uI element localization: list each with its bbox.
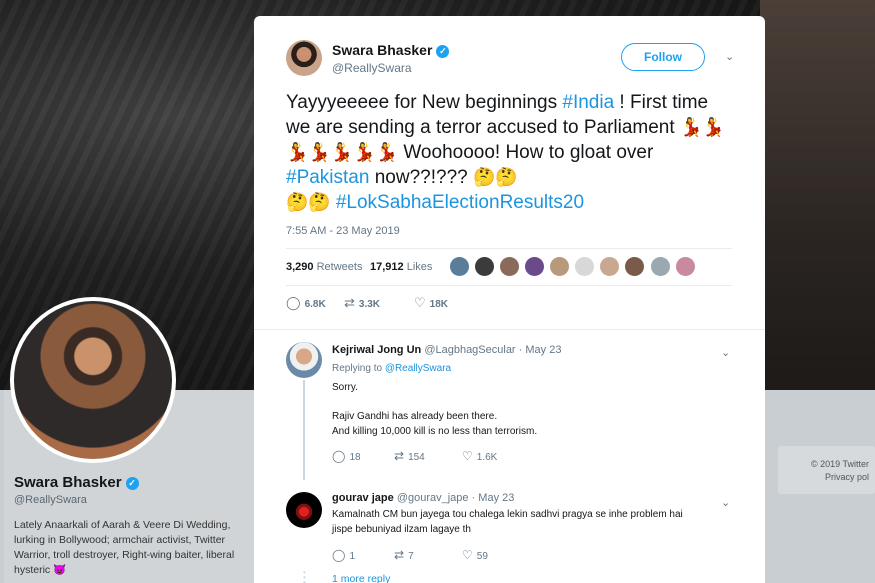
tweet-text: Yayyyeeeee for New beginnings #India ! F… [286,90,736,215]
liker-avatar[interactable] [600,257,620,276]
profile-handle[interactable]: @ReallySwara [14,494,87,506]
reply-icon: ◯ [332,548,346,562]
retweet-icon: ⇄ [394,548,405,562]
liker-avatar[interactable] [575,257,595,276]
chevron-down-icon[interactable]: ⌄ [725,50,734,63]
likes-stat[interactable]: 17,912 Likes [370,261,432,273]
reply-avatar[interactable] [286,342,322,378]
banner-photo-right [760,0,875,390]
likes-count: 17,912 [370,261,404,273]
liker-avatar[interactable] [525,257,545,276]
reply-count: 6.8K [304,299,326,310]
replies-section: Kejriwal Jong Un @LagbhagSecular · May 2… [254,329,765,583]
retweets-label: Retweets [316,261,363,273]
tweet-detail-modal: Swara Bhasker ✓ @ReallySwara Follow ⌄ Yay… [254,16,765,583]
like-action[interactable]: ♡ 59 [462,548,488,562]
retweets-stat[interactable]: 3,290 Retweets [286,261,362,273]
heart-icon: ♡ [462,548,473,562]
retweet-count: 154 [408,452,425,463]
retweet-count: 3.3K [358,299,381,310]
tweet-stats: 3,290 Retweets 17,912 Likes [286,248,732,286]
reply-avatar[interactable] [286,492,322,528]
thinking-emoji: 🤔🤔 [472,167,518,187]
hashtag-results[interactable]: #LokSabhaElectionResults20 [336,192,584,213]
reply-author-name: gourav jape [332,492,394,504]
reply-author[interactable]: gourav jape @gourav_jape · May 23 [332,492,514,504]
reply-action[interactable]: ◯ 6.8K [286,295,326,311]
verified-badge-icon: ✓ [125,476,139,490]
footer-copyright: © 2019 Twitter [811,459,869,469]
reply-icon: ◯ [286,295,301,310]
tweet-header: Swara Bhasker ✓ @ReallySwara Follow ⌄ [286,40,736,80]
profile-name[interactable]: Swara Bhasker ✓ [14,474,139,491]
reply-line: Rajiv Gandhi has already been there. [332,411,498,422]
retweet-action[interactable]: ⇄ 154 [394,449,425,463]
reply-line: Kamalnath CM bun jayega tou chalega leki… [332,509,683,520]
liker-avatar[interactable] [500,257,520,276]
reply-count: 18 [349,452,361,463]
like-action[interactable]: ♡ 1.6K [462,449,497,463]
profile-avatar[interactable] [10,297,176,463]
tweet-text-part: Woohoooo! How to gloat over [398,142,654,163]
author-name-text: Swara Bhasker [332,42,433,58]
reply-body: Replying to @ReallySwara Sorry. Rajiv Ga… [332,361,722,439]
author-avatar[interactable] [286,40,322,76]
verified-badge-icon: ✓ [436,44,450,58]
retweet-count: 7 [408,551,414,562]
retweet-action[interactable]: ⇄ 3.3K [344,295,380,311]
like-count: 1.6K [476,452,498,463]
heart-icon: ♡ [414,295,426,310]
author-name[interactable]: Swara Bhasker ✓ [332,42,450,58]
replying-to-prefix: Replying to [332,363,385,374]
liker-avatar[interactable] [675,257,695,276]
profile-bio: Lately Anaarkali of Aarah & Veere Di Wed… [14,519,235,576]
tweet-timestamp[interactable]: 7:55 AM - 23 May 2019 [286,225,400,237]
reply-action[interactable]: ◯ 1 [332,548,355,562]
hashtag-pakistan[interactable]: #Pakistan [286,167,369,188]
footer-links: © 2019 Twitter Privacy pol [778,446,875,494]
reply-author-meta: @LagbhagSecular · May 23 [424,344,562,356]
tweet-text-part: Yayyyeeeee for New beginnings [286,92,563,113]
reply-body: Kamalnath CM bun jayega tou chalega leki… [332,507,722,537]
replying-to: Replying to @ReallySwara [332,361,722,376]
like-count: 18K [429,299,449,310]
profile-name-text: Swara Bhasker [14,474,122,491]
tweet-actions: ◯ 6.8K ⇄ 3.3K ♡ 18K [286,295,586,313]
liker-avatar[interactable] [650,257,670,276]
like-action[interactable]: ♡ 18K [414,295,448,311]
retweet-icon: ⇄ [344,295,355,310]
liker-avatar[interactable] [625,257,645,276]
likes-label: Likes [406,261,433,273]
retweet-action[interactable]: ⇄ 7 [394,548,414,562]
reply-count: 1 [349,551,355,562]
retweets-count: 3,290 [286,261,314,273]
reply-author[interactable]: Kejriwal Jong Un @LagbhagSecular · May 2… [332,344,561,356]
reply-line: jispe bebuniyad ilzam lagaye th [332,524,471,535]
liker-avatar[interactable] [475,257,495,276]
thread-line [303,380,305,480]
reply-line: Sorry. [332,382,358,393]
reply-action[interactable]: ◯ 18 [332,449,361,463]
replying-to-handle[interactable]: @ReallySwara [385,363,451,374]
liker-avatar[interactable] [450,257,469,276]
chevron-down-icon[interactable]: ⌄ [721,496,730,509]
like-count: 59 [476,551,488,562]
reply-author-name: Kejriwal Jong Un [332,344,422,356]
liker-avatar[interactable] [550,257,570,276]
reply-line: And killing 10,000 kill is no less than … [332,426,538,437]
more-replies-dots: • • • [303,568,306,583]
chevron-down-icon[interactable]: ⌄ [721,346,730,359]
liker-avatars [450,257,698,277]
author-handle[interactable]: @ReallySwara [332,61,412,75]
reply-icon: ◯ [332,449,346,463]
tweet-text-part: now??!??? [369,167,473,188]
hashtag-india[interactable]: #India [562,92,614,113]
thinking-emoji: 🤔🤔 [286,192,336,212]
more-replies-link[interactable]: 1 more reply [332,573,390,583]
reply-author-meta: @gourav_jape · May 23 [396,492,515,504]
retweet-icon: ⇄ [394,449,405,463]
follow-button[interactable]: Follow [621,43,705,71]
footer-privacy-link[interactable]: Privacy pol [778,471,869,484]
heart-icon: ♡ [462,449,473,463]
